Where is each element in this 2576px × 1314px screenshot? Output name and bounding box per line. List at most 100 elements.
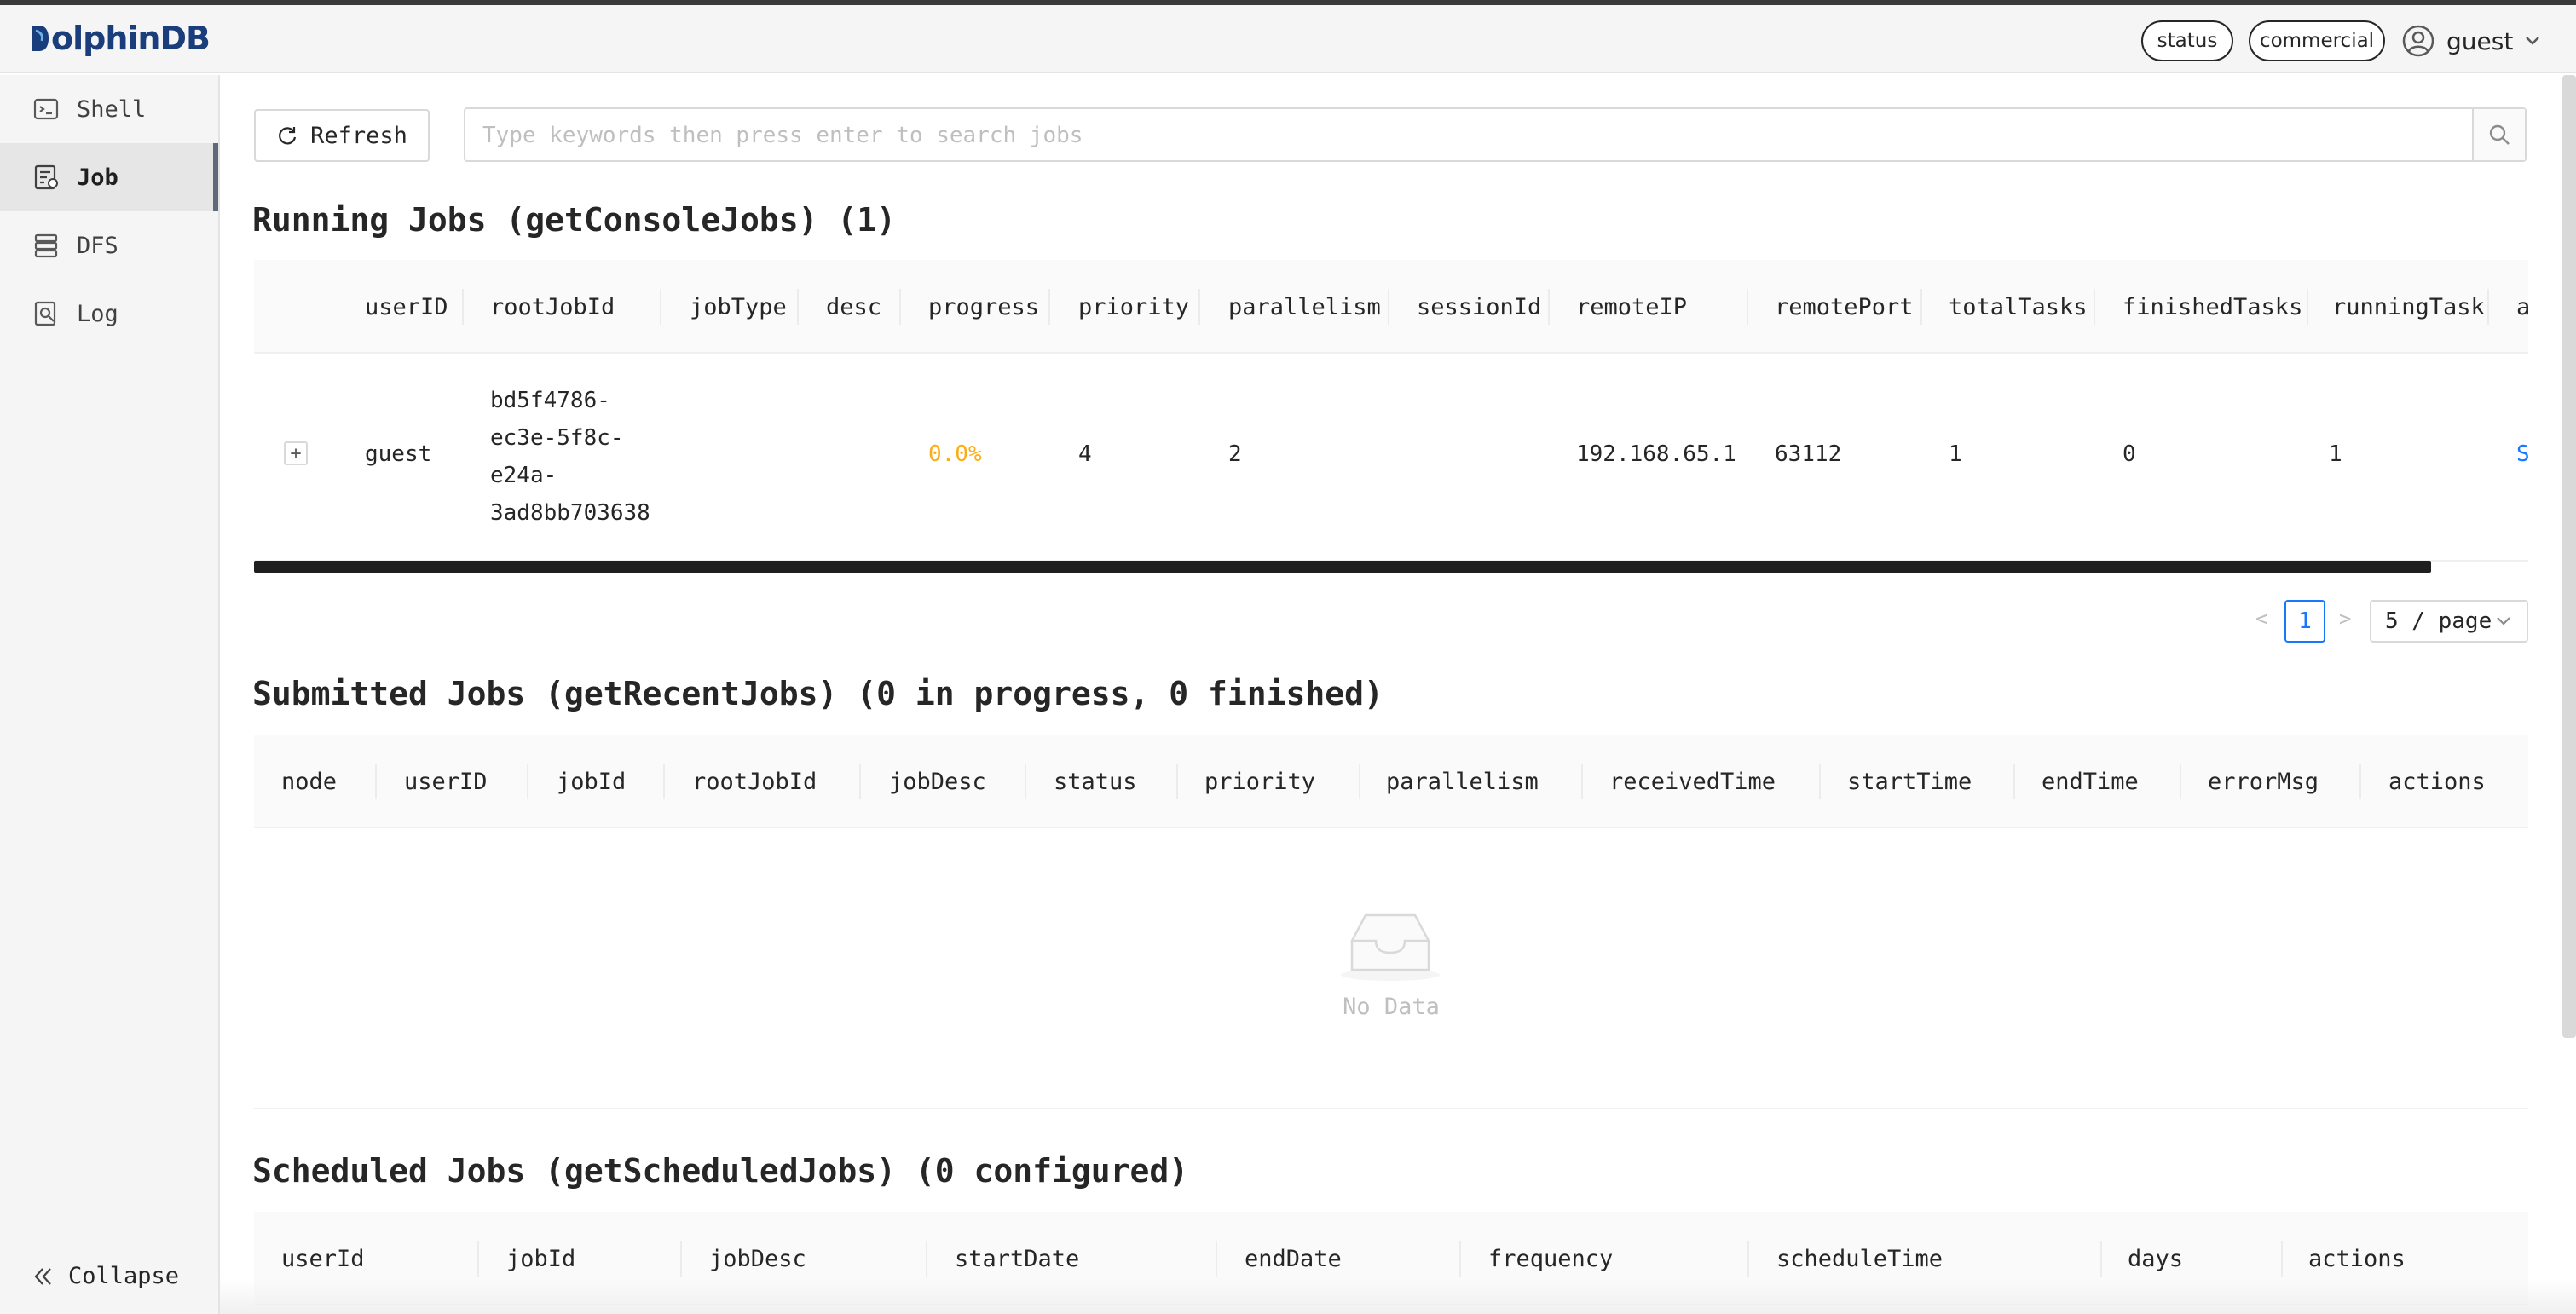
pagination-next[interactable]: > <box>2339 607 2351 631</box>
column-divider <box>2359 764 2361 799</box>
page-size-select[interactable]: 5 / page <box>2370 600 2528 643</box>
status-button[interactable]: status <box>2141 20 2233 61</box>
refresh-button[interactable]: Refresh <box>254 109 430 162</box>
sidebar-item-job[interactable]: Job <box>0 143 218 211</box>
column-header[interactable]: rootJobId <box>692 735 817 828</box>
running-jobs-title: Running Jobs (getConsoleJobs) (1) <box>252 201 896 239</box>
column-header[interactable]: desc <box>826 260 881 354</box>
column-header[interactable]: a <box>2516 260 2530 354</box>
submitted-jobs-header: node userID jobId rootJobId jobDesc stat… <box>254 735 2528 828</box>
column-divider <box>797 289 799 325</box>
column-divider <box>2180 764 2181 799</box>
column-divider <box>527 764 528 799</box>
refresh-label: Refresh <box>310 122 407 149</box>
refresh-icon <box>279 127 297 145</box>
running-jobs-header: userID rootJobId jobType desc progress p… <box>254 260 2530 354</box>
column-header[interactable]: receivedTime <box>1609 735 1776 828</box>
vertical-scrollbar[interactable] <box>2562 75 2576 1038</box>
column-header[interactable]: totalTasks <box>1949 260 2088 354</box>
commercial-button[interactable]: commercial <box>2249 20 2385 61</box>
column-header[interactable]: priority <box>1204 735 1315 828</box>
column-divider <box>1388 289 1389 325</box>
column-divider <box>1359 764 1360 799</box>
sidebar-item-shell[interactable]: Shell <box>0 75 218 143</box>
collapse-label: Collapse <box>68 1263 180 1289</box>
pagination-prev[interactable]: < <box>2255 607 2267 631</box>
column-divider <box>1048 289 1050 325</box>
column-header[interactable]: userID <box>404 735 488 828</box>
column-divider <box>375 764 377 799</box>
column-header[interactable]: rootJobId <box>490 260 615 354</box>
column-divider <box>2100 1241 2102 1277</box>
column-divider <box>680 1241 682 1277</box>
empty-state: No Data <box>254 828 2528 1109</box>
column-header[interactable]: finishedTasks <box>2123 260 2302 354</box>
sidebar-item-log[interactable]: Log <box>0 280 218 348</box>
empty-inbox-icon <box>1341 913 1440 981</box>
search-button[interactable] <box>2472 109 2525 160</box>
expand-row-button[interactable]: + <box>284 441 308 465</box>
column-divider <box>1581 764 1583 799</box>
sidebar-item-label: Job <box>77 164 118 191</box>
column-header[interactable]: remoteIP <box>1576 260 1687 354</box>
user-menu[interactable]: guest <box>2402 20 2540 61</box>
user-avatar-icon <box>2402 25 2434 57</box>
column-divider <box>926 1241 927 1277</box>
bottom-fade <box>220 1278 2576 1314</box>
column-divider <box>1176 764 1178 799</box>
column-divider <box>1025 764 1026 799</box>
row-action-link[interactable]: S <box>2516 441 2530 467</box>
column-header[interactable]: endTime <box>2042 735 2139 828</box>
column-divider <box>660 289 661 325</box>
dolphindb-logo[interactable]: olphinDB <box>31 19 211 58</box>
cell-remoteport: 63112 <box>1775 441 1842 467</box>
column-header[interactable]: parallelism <box>1228 260 1381 354</box>
column-header[interactable]: actions <box>2388 735 2486 828</box>
horizontal-scrollbar[interactable] <box>254 561 2431 573</box>
sidebar-item-label: Log <box>77 300 118 327</box>
submitted-jobs-title: Submitted Jobs (getRecentJobs) (0 in pro… <box>252 675 1383 712</box>
column-header[interactable]: parallelism <box>1386 735 1539 828</box>
column-header[interactable]: jobId <box>557 735 626 828</box>
log-icon <box>34 301 56 326</box>
column-divider <box>2487 289 2489 325</box>
column-divider <box>1747 1241 1749 1277</box>
sidebar: Shell Job DFS Log Collapse <box>0 75 220 1314</box>
search-input[interactable] <box>482 118 2443 153</box>
chevron-down-icon <box>2526 37 2540 45</box>
sidebar-item-dfs[interactable]: DFS <box>0 211 218 280</box>
column-header[interactable]: jobDesc <box>889 735 986 828</box>
column-header[interactable]: runningTask <box>2332 260 2485 354</box>
logo-mark-icon <box>32 26 49 51</box>
pagination-page[interactable]: 1 <box>2284 600 2325 643</box>
column-divider <box>1216 1241 1217 1277</box>
column-divider <box>462 289 464 325</box>
column-header[interactable]: jobType <box>690 260 787 354</box>
column-divider <box>2094 289 2095 325</box>
column-header[interactable]: startTime <box>1847 735 1972 828</box>
column-header[interactable]: remotePort <box>1775 260 1914 354</box>
column-header[interactable]: userID <box>365 260 448 354</box>
column-divider <box>859 764 861 799</box>
column-divider <box>477 1241 479 1277</box>
cell-rootjobid: bd5f4786- ec3e-5f8c- e24a- 3ad8bb703638 <box>490 382 661 532</box>
column-divider <box>2307 289 2308 325</box>
column-header[interactable]: status <box>1054 735 1137 828</box>
column-divider <box>2281 1241 2283 1277</box>
column-header[interactable]: priority <box>1078 260 1189 354</box>
collapse-button[interactable]: Collapse <box>32 1263 179 1289</box>
page-size-value: 5 / page <box>2385 608 2492 634</box>
column-header[interactable]: progress <box>928 260 1039 354</box>
column-divider <box>1920 289 1922 325</box>
dfs-icon <box>34 233 58 258</box>
column-divider <box>899 289 901 325</box>
scheduled-jobs-title: Scheduled Jobs (getScheduledJobs) (0 con… <box>252 1152 1189 1190</box>
column-header[interactable]: sessionId <box>1417 260 1541 354</box>
cell-parallelism: 2 <box>1228 441 1242 467</box>
cell-finishedtasks: 0 <box>2123 441 2136 467</box>
column-header[interactable]: errorMsg <box>2208 735 2319 828</box>
column-header[interactable]: node <box>281 735 337 828</box>
double-chevron-left-icon <box>34 1267 51 1285</box>
column-divider <box>1198 289 1200 325</box>
column-divider <box>1548 289 1550 325</box>
